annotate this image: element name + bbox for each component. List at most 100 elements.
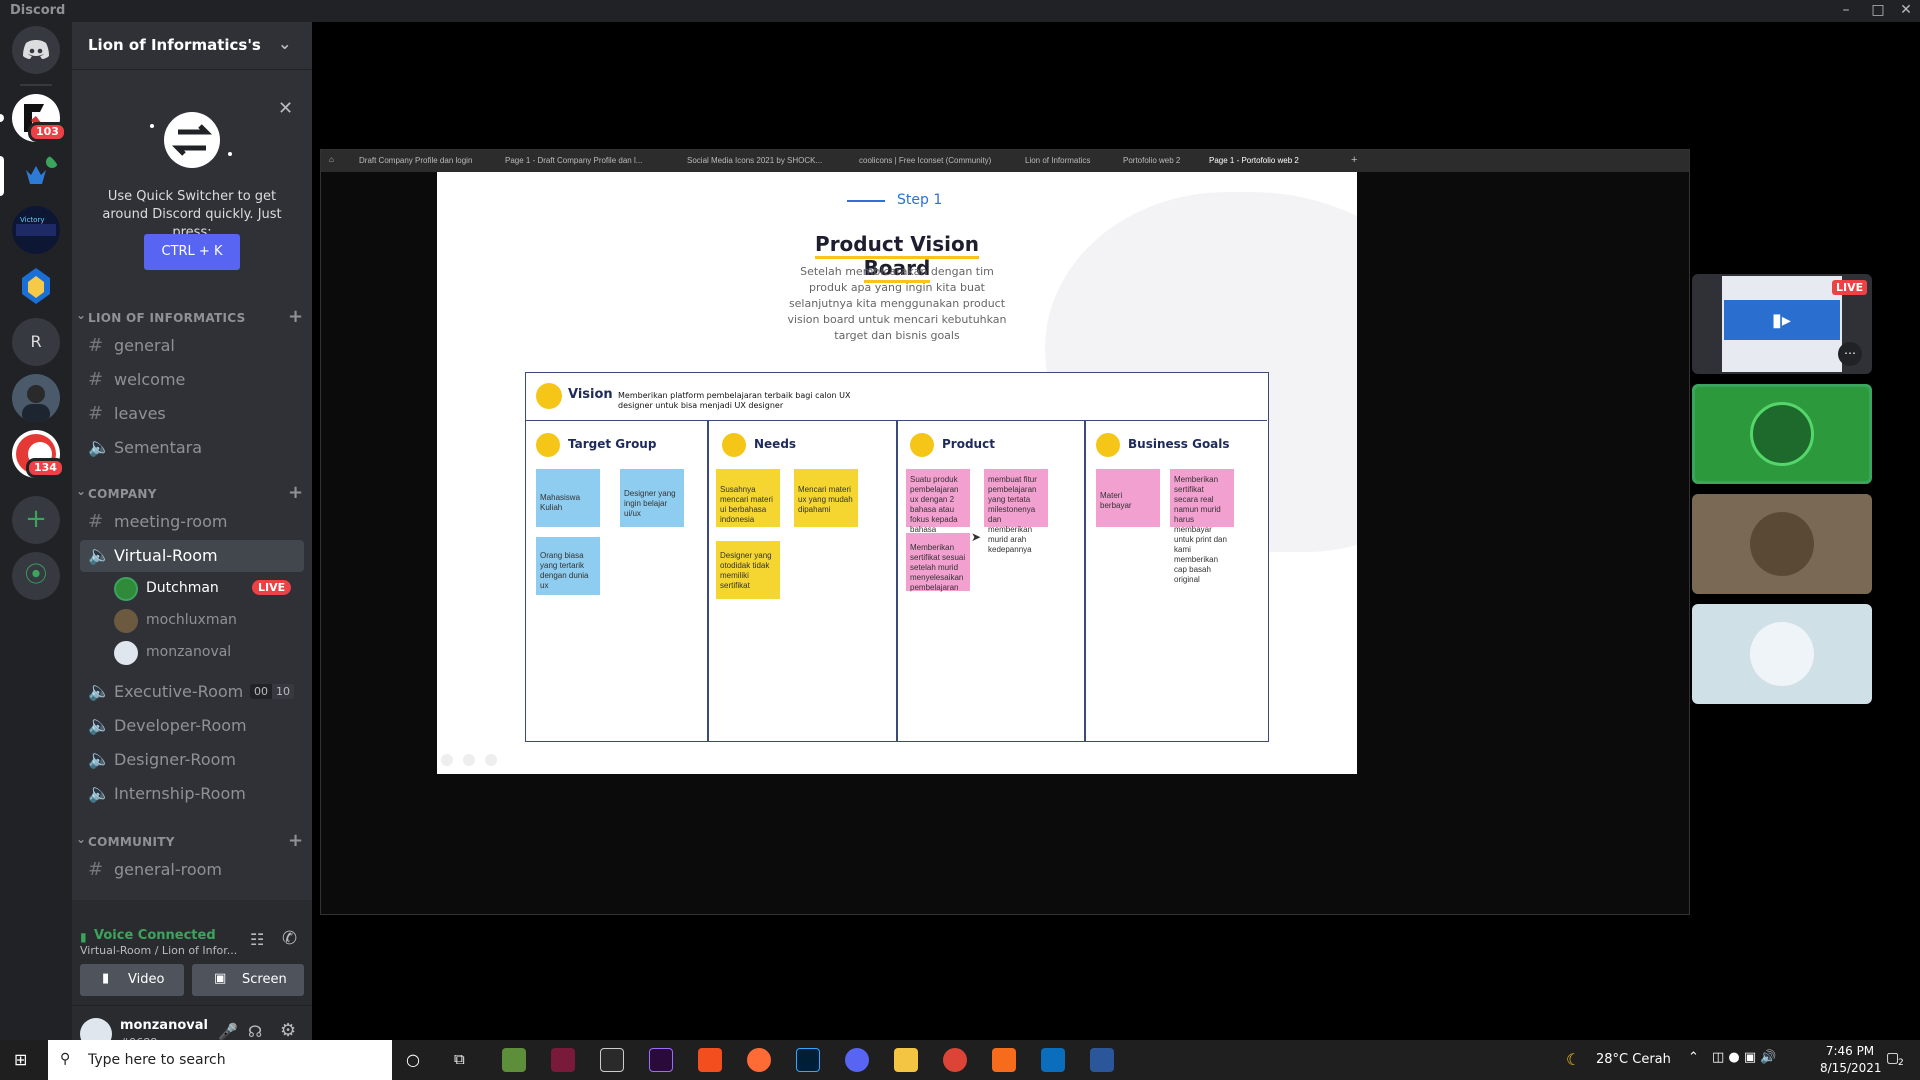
figma-tab[interactable]: Portofolio web 2 xyxy=(1123,156,1180,165)
voice-user-dutchman[interactable]: Dutchman LIVE xyxy=(114,574,304,602)
task-view-icon[interactable]: ⧉ xyxy=(454,1050,465,1068)
channel-developer-room[interactable]: 🔈 Developer-Room xyxy=(80,710,304,742)
sticky-note[interactable]: Susahnya mencari materi ui berbahasa ind… xyxy=(716,469,780,527)
chevron-up-icon[interactable]: ⌃ xyxy=(1688,1050,1699,1065)
close-icon[interactable]: ✕ xyxy=(278,98,293,119)
sticky-note[interactable]: Designer yang ingin belajar ui/ux xyxy=(620,469,684,527)
file-explorer-icon[interactable] xyxy=(894,1048,918,1072)
vscode-icon[interactable] xyxy=(1041,1048,1065,1072)
discord-home-icon[interactable] xyxy=(12,26,60,74)
shortcut-button[interactable]: CTRL + K xyxy=(144,234,240,270)
add-server-icon[interactable]: + xyxy=(12,496,60,544)
noise-suppression-icon[interactable]: ☷ xyxy=(250,930,264,949)
minecraft-icon[interactable] xyxy=(502,1048,526,1072)
page-dot[interactable] xyxy=(485,754,497,766)
maximize-icon[interactable]: □ xyxy=(1864,2,1892,18)
gear-icon[interactable]: ⚙ xyxy=(280,1020,296,1041)
channel-label: general xyxy=(114,336,175,355)
voice-user-mochluxman[interactable]: mochluxman xyxy=(114,606,304,634)
page-dot[interactable] xyxy=(463,754,475,766)
sticky-note[interactable]: Designer yang otodidak tidak memiliki se… xyxy=(716,541,780,599)
shared-screen[interactable]: ⌂ Draft Company Profile dan login Page 1… xyxy=(320,149,1690,915)
figma-tab[interactable]: coolicons | Free Iconset (Community) xyxy=(859,156,991,165)
screen-share-button[interactable]: ▣ Screen xyxy=(192,964,304,996)
taskbar-search[interactable]: ⚲ Type here to search xyxy=(48,1040,392,1080)
page-dot[interactable] xyxy=(441,754,453,766)
chrome-icon[interactable] xyxy=(943,1048,967,1072)
figma-tab[interactable]: Lion of Informatics xyxy=(1025,156,1090,165)
sketch-icon[interactable] xyxy=(747,1048,771,1072)
server-victory-icon[interactable]: Victory xyxy=(12,206,60,254)
figma-tab[interactable]: Draft Company Profile dan login xyxy=(359,156,472,165)
vivaldi-icon[interactable] xyxy=(551,1048,575,1072)
tray-icons[interactable]: ◫ ● ▣ 🔊 xyxy=(1712,1050,1777,1065)
weather-moon-icon[interactable]: ☾ xyxy=(1566,1050,1580,1069)
column-divider xyxy=(896,421,898,741)
explore-servers-icon[interactable]: ⦿ xyxy=(12,552,60,600)
channel-general-room[interactable]: # general-room xyxy=(80,854,304,886)
channel-sementara[interactable]: 🔈 Sementara xyxy=(80,432,304,464)
server-r[interactable]: R xyxy=(12,318,60,366)
participant-tile-monzanoval[interactable] xyxy=(1692,604,1872,704)
sticky-note[interactable]: membuat fitur pembelajaran yang tertata … xyxy=(984,469,1048,554)
sticky-note[interactable]: Mencari materi ux yang mudah dipahami xyxy=(794,469,858,527)
minimize-icon[interactable]: – xyxy=(1832,2,1860,18)
server-blue-emblem-icon[interactable] xyxy=(12,262,60,310)
participant-tile-mochluxman[interactable] xyxy=(1692,494,1872,594)
sticky-note[interactable]: Suatu produk pembelajaran ux dengan 2 ba… xyxy=(906,469,970,544)
channel-leaves[interactable]: # leaves xyxy=(80,398,304,430)
add-channel-icon[interactable]: + xyxy=(288,306,303,327)
speaker-icon: 🔈 xyxy=(88,749,111,770)
sticky-note[interactable]: Memberikan sertifikat sesuai setelah mur… xyxy=(906,533,970,592)
photoshop-icon[interactable] xyxy=(796,1048,820,1072)
figma-tab-active[interactable]: Page 1 - Portofolio web 2 xyxy=(1209,156,1299,165)
lion-informatics-server-icon[interactable] xyxy=(12,152,60,200)
video-button[interactable]: ▮ Video xyxy=(80,964,184,996)
weather-text[interactable]: 28°C Cerah xyxy=(1596,1052,1671,1067)
category-community[interactable]: ⌄ COMMUNITY + xyxy=(72,830,312,852)
channel-executive-room[interactable]: 🔈 Executive-Room 00 10 xyxy=(80,676,304,708)
cortana-icon[interactable]: ○ xyxy=(406,1050,420,1069)
add-channel-icon[interactable]: + xyxy=(288,830,303,851)
voice-status[interactable]: Voice Connected xyxy=(94,928,216,943)
word-icon[interactable] xyxy=(1090,1048,1114,1072)
unity-icon[interactable] xyxy=(600,1048,624,1072)
figma-icon[interactable] xyxy=(698,1048,722,1072)
server-rail: 103 Victory R 134 + ⦿ xyxy=(0,22,72,1040)
figma-tab[interactable]: Social Media Icons 2021 by SHOCK... xyxy=(687,156,822,165)
sticky-note[interactable]: Memberikan sertifikat secara real namun … xyxy=(1170,469,1234,584)
voice-user-monzanoval[interactable]: monzanoval xyxy=(114,638,304,666)
guild-header[interactable]: Lion of Informatics's ⌄ xyxy=(72,22,312,70)
channel-virtual-room[interactable]: 🔈 Virtual-Room xyxy=(80,540,304,572)
channel-designer-room[interactable]: 🔈 Designer-Room xyxy=(80,744,304,776)
microphone-icon[interactable]: 🎤 xyxy=(218,1022,238,1041)
channel-general[interactable]: # general xyxy=(80,330,304,362)
channel-label: Virtual-Room xyxy=(114,546,218,565)
sticky-note[interactable]: Materi berbayar xyxy=(1096,469,1160,527)
clock-time[interactable]: 7:46 PM xyxy=(1820,1044,1880,1058)
voice-location[interactable]: Virtual-Room / Lion of Infor... xyxy=(80,944,237,957)
sticky-note[interactable]: Orang biasa yang tertarik dengan dunia u… xyxy=(536,537,600,595)
sticky-note[interactable]: Mahasiswa Kuliah xyxy=(536,469,600,527)
disconnect-icon[interactable]: ✆ xyxy=(282,928,297,949)
windows-start-icon[interactable]: ⊞ xyxy=(14,1050,27,1069)
premiere-icon[interactable] xyxy=(649,1048,673,1072)
channel-meeting-room[interactable]: # meeting-room xyxy=(80,506,304,538)
add-channel-icon[interactable]: + xyxy=(288,482,303,503)
headphones-icon[interactable]: ☊ xyxy=(248,1022,262,1041)
channel-internship-room[interactable]: 🔈 Internship-Room xyxy=(80,778,304,810)
clock-date[interactable]: 8/15/2021 xyxy=(1820,1061,1882,1075)
channel-welcome[interactable]: # welcome xyxy=(80,364,304,396)
participant-tile-stream[interactable]: ▮▸ LIVE ⋯ xyxy=(1692,274,1872,374)
server-photo-avatar[interactable] xyxy=(12,374,60,422)
discord-taskbar-icon[interactable] xyxy=(845,1048,869,1072)
xampp-icon[interactable] xyxy=(992,1048,1016,1072)
category-lion[interactable]: ⌄ LION OF INFORMATICS + xyxy=(72,306,312,328)
figma-tab[interactable]: Page 1 - Draft Company Profile dan l... xyxy=(505,156,642,165)
close-window-icon[interactable]: ✕ xyxy=(1892,2,1920,18)
new-tab-icon[interactable]: + xyxy=(1351,154,1357,166)
category-company[interactable]: ⌄ COMPANY + xyxy=(72,482,312,504)
home-icon[interactable]: ⌂ xyxy=(329,155,334,164)
participant-tile-dutchman[interactable] xyxy=(1692,384,1872,484)
more-options-icon[interactable]: ⋯ xyxy=(1838,342,1862,366)
